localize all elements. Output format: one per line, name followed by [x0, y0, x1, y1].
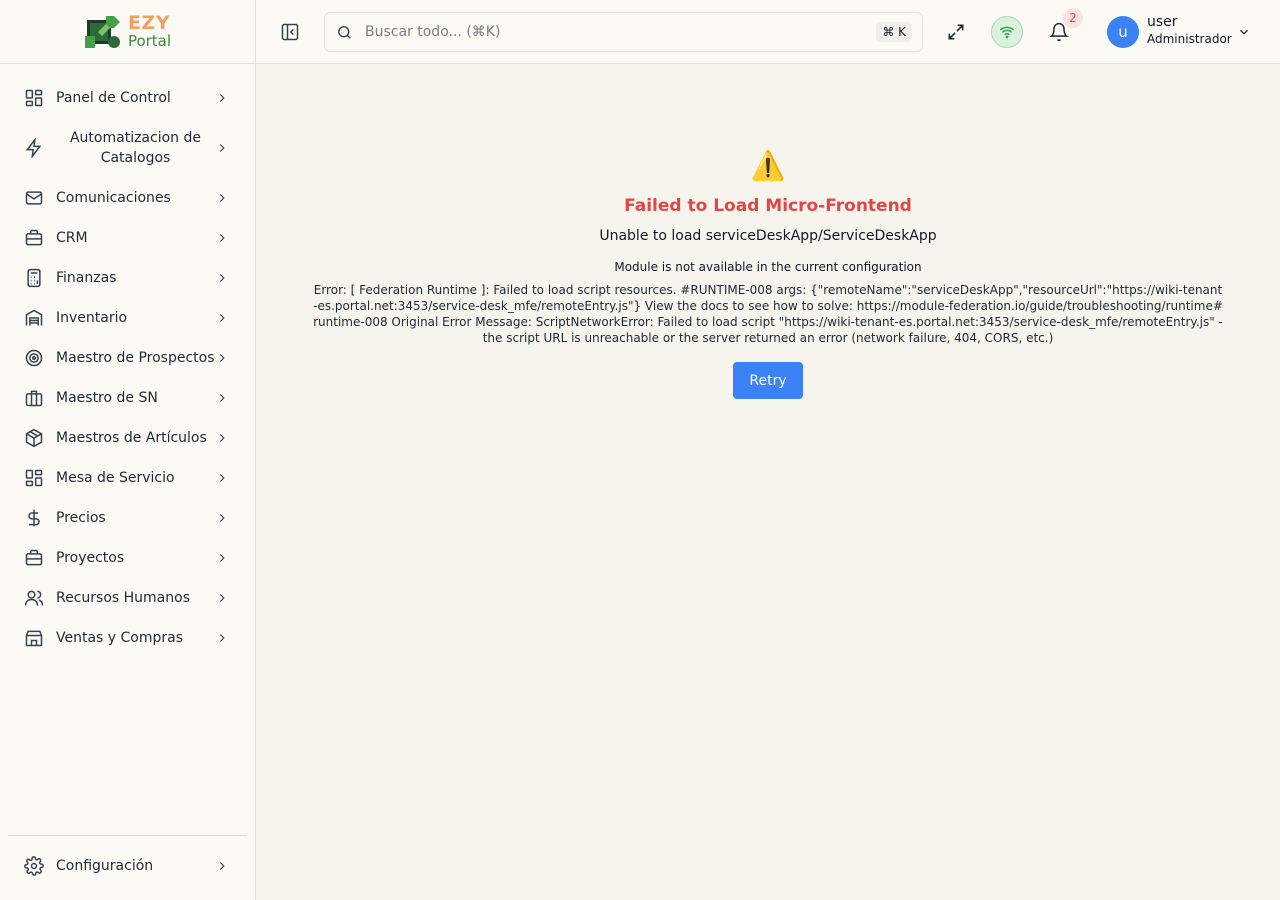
- sidebar-item-ventas-y-compras[interactable]: Ventas y Compras: [0, 618, 255, 658]
- retry-button[interactable]: Retry: [733, 362, 803, 399]
- sidebar-item-finanzas[interactable]: Finanzas: [0, 258, 255, 298]
- sidebar-item-recursos-humanos[interactable]: Recursos Humanos: [0, 578, 255, 618]
- chevron-right-icon: [219, 554, 225, 562]
- gear-icon: [24, 856, 44, 876]
- error-module-message: Module is not available in the current c…: [614, 260, 922, 274]
- sidebar-item-maestros-de-articulos[interactable]: Maestros de Artículos: [0, 418, 255, 458]
- sidebar-item-label: Recursos Humanos: [56, 590, 190, 606]
- sidebar-divider: [8, 835, 247, 836]
- sidebar-item-inventario[interactable]: Inventario: [0, 298, 255, 338]
- users-icon: [24, 590, 44, 606]
- user-name: user: [1147, 14, 1178, 30]
- connection-status-button[interactable]: [991, 16, 1023, 48]
- briefcase-icon: [25, 229, 43, 246]
- sidebar-item-label: Maestros de Artículos: [56, 430, 207, 446]
- logo-area: EZY Portal: [0, 0, 255, 64]
- sidebar-item-maestro-de-prospectos[interactable]: Maestro de Prospectos: [0, 338, 255, 378]
- logo-text: EZY Portal: [128, 14, 171, 49]
- error-title: Failed to Load Micro-Frontend: [624, 196, 912, 216]
- user-role: Administrador: [1147, 32, 1232, 46]
- sidebar-item-automatizacion-de-catalogos[interactable]: Automatizacion de Catalogos: [0, 118, 255, 178]
- sidebar-item-comunicaciones[interactable]: Comunicaciones: [0, 178, 255, 218]
- search-box[interactable]: ⌘ K: [324, 12, 923, 52]
- error-panel: ⚠️ Failed to Load Micro-Frontend Unable …: [312, 148, 1224, 399]
- sidebar-item-maestro-de-sn[interactable]: Maestro de SN: [0, 378, 255, 418]
- sidebar-item-label: Configuración: [56, 858, 154, 874]
- chevron-right-icon: [219, 354, 225, 362]
- dashboard-icon: [25, 89, 43, 107]
- sidebar: EZY Portal Panel de Control Automatizaci…: [0, 0, 256, 900]
- chevron-right-icon: [219, 474, 225, 482]
- store-icon: [25, 630, 43, 647]
- chevron-right-icon: [219, 394, 225, 402]
- sidebar-item-label: Ventas y Compras: [56, 630, 184, 646]
- search-input[interactable]: [365, 24, 877, 40]
- sidebar-nav: Panel de Control Automatizacion de Catal…: [0, 64, 255, 658]
- notification-badge: 2: [1063, 8, 1083, 28]
- settings-section: Configuración: [0, 846, 255, 886]
- sidebar-item-crm[interactable]: CRM: [0, 218, 255, 258]
- sidebar-item-label: Mesa de Servicio: [56, 470, 175, 486]
- target-icon: [25, 349, 43, 367]
- lightning-icon: [25, 138, 42, 158]
- package-icon: [25, 428, 43, 448]
- error-details: Error: [ Federation Runtime ]: Failed to…: [313, 283, 1223, 345]
- search-shortcut: ⌘ K: [876, 22, 912, 42]
- fullscreen-icon[interactable]: [946, 22, 966, 42]
- sidebar-item-label: CRM: [56, 230, 88, 246]
- sidebar-item-label: Maestro de Prospectos: [56, 350, 215, 366]
- wifi-icon: [999, 26, 1015, 39]
- sidebar-item-label: Finanzas: [56, 270, 117, 286]
- mail-icon: [25, 191, 43, 205]
- sidebar-toggle-icon[interactable]: [280, 22, 300, 42]
- chevron-right-icon: [219, 234, 225, 242]
- sidebar-item-mesa-de-servicio[interactable]: Mesa de Servicio: [0, 458, 255, 498]
- chevron-right-icon: [219, 274, 225, 282]
- chevron-right-icon: [219, 594, 225, 602]
- sidebar-item-label: Proyectos: [56, 550, 125, 566]
- chevron-right-icon: [219, 634, 225, 642]
- chevron-right-icon: [219, 434, 225, 442]
- chevron-right-icon: [219, 862, 225, 870]
- briefcase-icon: [25, 549, 43, 566]
- sidebar-item-label: Panel de Control: [56, 90, 171, 106]
- chevron-right-icon: [219, 94, 225, 102]
- chevron-right-icon: [219, 194, 225, 202]
- sidebar-item-panel-de-control[interactable]: Panel de Control: [0, 78, 255, 118]
- sidebar-item-label: Comunicaciones: [56, 190, 171, 206]
- top-header: ⌘ K 2 u user Administrador: [256, 0, 1280, 64]
- user-menu[interactable]: user Administrador: [1147, 15, 1232, 45]
- sidebar-item-label: Precios: [56, 510, 106, 526]
- grid-icon: [25, 469, 43, 487]
- sidebar-item-label: Automatizacion de Catalogos: [69, 130, 201, 166]
- brand-logo[interactable]: EZY Portal: [84, 12, 171, 52]
- warehouse-icon: [25, 309, 43, 326]
- chevron-right-icon: [219, 514, 225, 522]
- sidebar-item-configuracion[interactable]: Configuración: [0, 846, 255, 886]
- sidebar-item-proyectos[interactable]: Proyectos: [0, 538, 255, 578]
- dollar-icon: [28, 509, 40, 527]
- logo-text-line2: Portal: [127, 32, 172, 50]
- avatar[interactable]: u: [1107, 16, 1139, 48]
- logo-mark-icon: [84, 15, 120, 48]
- chevron-right-icon: [219, 144, 225, 152]
- search-icon: [338, 25, 351, 39]
- sidebar-item-precios[interactable]: Precios: [0, 498, 255, 538]
- sidebar-item-label: Maestro de SN: [56, 390, 158, 406]
- main-content: ⚠️ Failed to Load Micro-Frontend Unable …: [256, 64, 1280, 900]
- chevron-right-icon: [219, 314, 225, 322]
- chevron-down-icon[interactable]: [1237, 25, 1251, 39]
- building-icon: [25, 390, 43, 407]
- logo-text-line1: EZY: [127, 12, 170, 34]
- error-subtitle: Unable to load serviceDeskApp/ServiceDes…: [599, 228, 937, 244]
- warning-icon: ⚠️: [750, 149, 786, 182]
- sidebar-item-label: Inventario: [56, 310, 128, 326]
- calculator-icon: [27, 268, 41, 288]
